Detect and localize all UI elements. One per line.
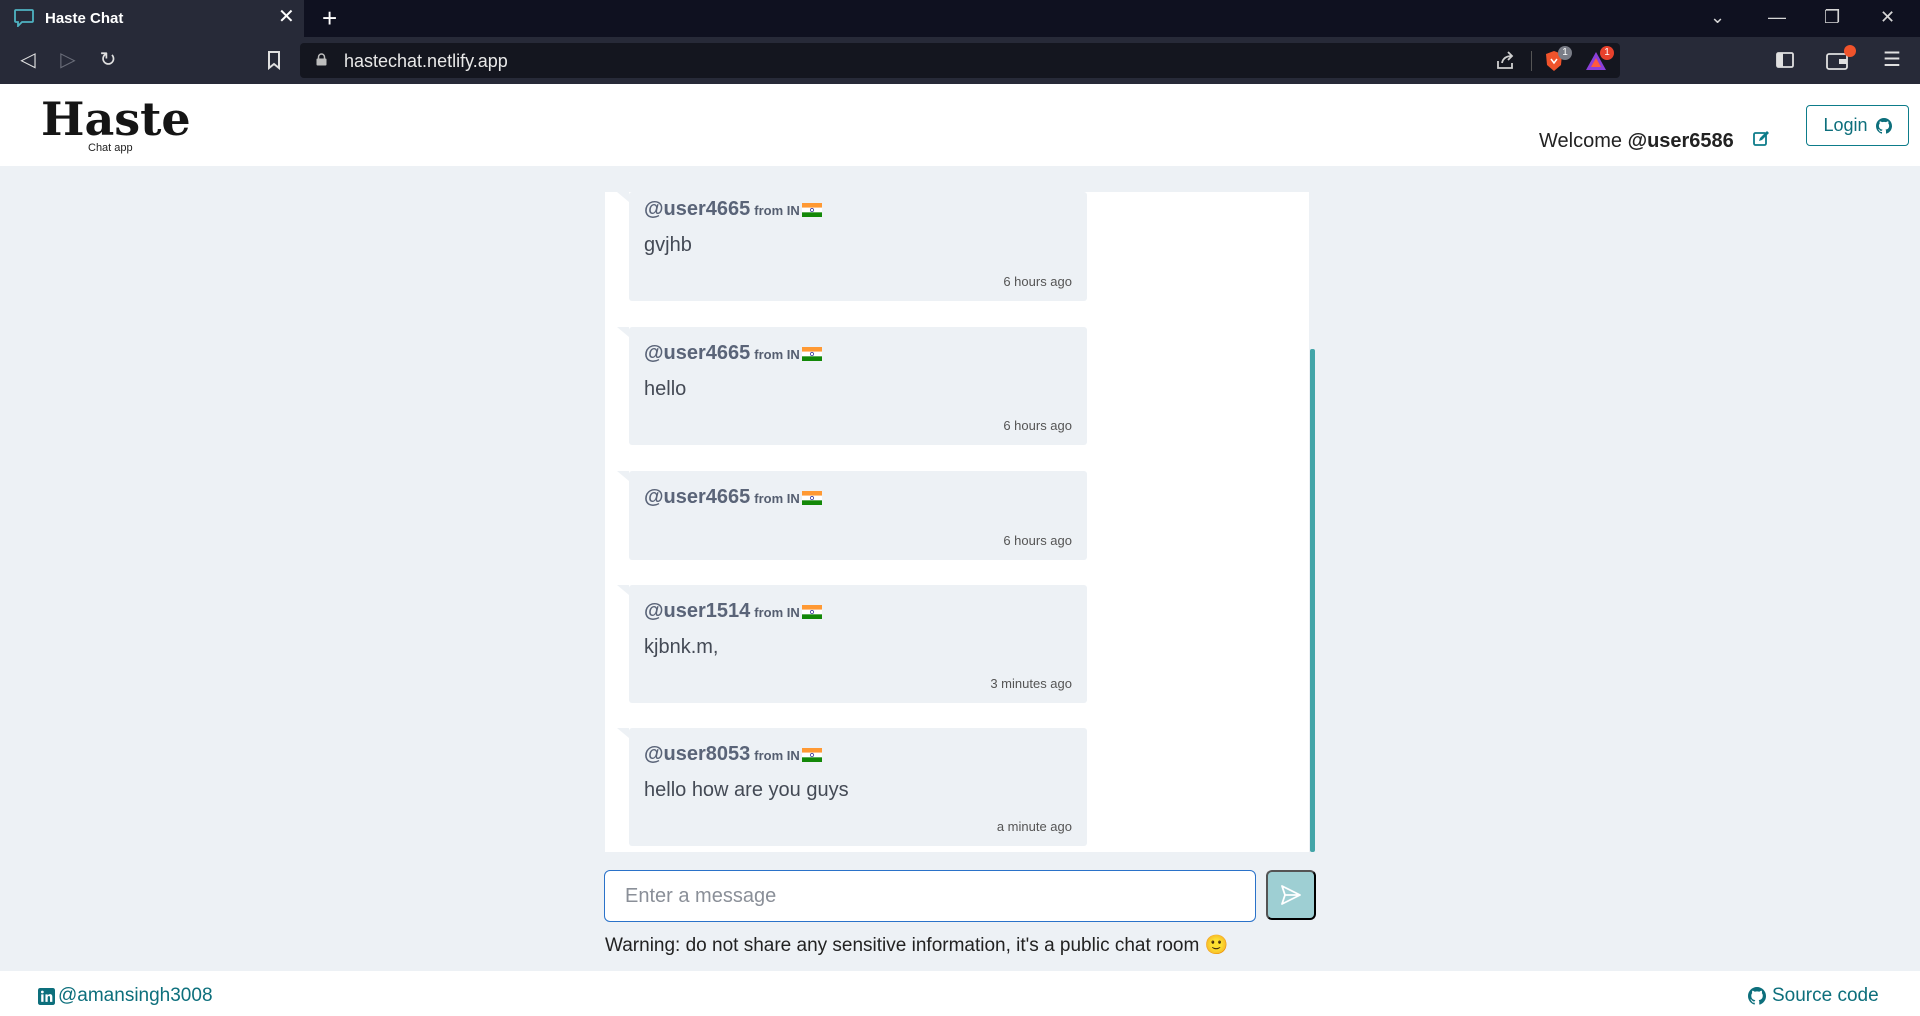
message-text: hello [644, 378, 687, 400]
send-button[interactable] [1266, 870, 1316, 920]
india-flag-icon [801, 491, 822, 505]
wallet-dot [1844, 45, 1856, 57]
lock-icon [316, 53, 327, 66]
menu-icon[interactable]: ☰ [1878, 46, 1906, 74]
app-header: Haste Chat app Welcome @user6586 Login [0, 84, 1920, 166]
message-username: @user4665 [644, 342, 751, 364]
reload-icon[interactable]: ↻ [94, 46, 122, 74]
haste-logo[interactable]: Haste [41, 93, 191, 145]
chat-message: @user4665 from IN gvjhb 6 hours ago [617, 192, 1087, 301]
chat-bubble-icon [14, 9, 34, 27]
address-bar[interactable]: hastechat.netlify.app 1 1 [300, 43, 1620, 78]
india-flag-icon [801, 748, 822, 762]
welcome-text: Welcome @user6586 [1539, 130, 1734, 153]
message-author: @user4665 from IN [644, 486, 822, 509]
message-origin: from IN [754, 203, 800, 218]
sidebar-toggle-icon[interactable] [1776, 51, 1794, 69]
minimize-icon[interactable]: — [1768, 6, 1786, 28]
privacy-warning: Warning: do not share any sensitive info… [605, 935, 1229, 956]
new-tab-button[interactable]: + [322, 4, 337, 32]
tab-title: Haste Chat [45, 10, 124, 27]
shield-badge: 1 [1558, 46, 1572, 60]
india-flag-icon [801, 347, 822, 361]
browser-tab-active[interactable]: Haste Chat ✕ [0, 0, 304, 37]
message-text: gvjhb [644, 234, 692, 256]
back-icon[interactable]: ◁ [14, 46, 42, 74]
message-origin: from IN [754, 491, 800, 506]
india-flag-icon [801, 605, 822, 619]
current-username: @user6586 [1627, 130, 1734, 152]
chat-messages-panel[interactable]: @user4665 from IN gvjhb 6 hours ago @user… [605, 192, 1309, 852]
message-time: 6 hours ago [1003, 533, 1072, 548]
linkedin-link[interactable]: @amansingh3008 [38, 985, 213, 1007]
logo-subtitle: Chat app [88, 142, 133, 154]
chat-message: @user1514 from IN kjbnk.m, 3 minutes ago [617, 585, 1087, 703]
message-author: @user1514 from IN [644, 600, 822, 623]
message-origin: from IN [754, 748, 800, 763]
message-origin: from IN [754, 347, 800, 362]
brave-rewards-icon[interactable]: 1 [1584, 46, 1614, 73]
rewards-badge: 1 [1600, 46, 1614, 60]
chat-scrollbar[interactable] [1310, 349, 1315, 852]
message-time: a minute ago [996, 819, 1072, 834]
message-author: @user4665 from IN [644, 342, 822, 365]
page-footer: @amansingh3008 Source code [0, 971, 1920, 1016]
message-text: kjbnk.m, [644, 636, 719, 658]
message-username: @user1514 [644, 600, 751, 622]
message-author: @user4665 from IN [644, 198, 822, 221]
browser-toolbar: ◁ ▷ ↻ hastechat.netlify.app 1 1 ☰ [0, 37, 1920, 84]
window-close-icon[interactable]: ✕ [1880, 6, 1895, 28]
source-code-link[interactable]: Source code [1748, 985, 1879, 1007]
linkedin-icon [38, 987, 55, 1005]
linkedin-handle: @amansingh3008 [58, 985, 213, 1006]
brave-shield-icon[interactable]: 1 [1542, 46, 1572, 73]
browser-tabbar: Haste Chat ✕ + ⌄ — ❐ ✕ [0, 0, 1920, 37]
india-flag-icon [801, 203, 822, 217]
chat-message: @user8053 from IN hello how are you guys … [617, 728, 1087, 846]
message-username: @user8053 [644, 743, 751, 765]
login-button[interactable]: Login [1806, 105, 1909, 146]
send-icon [1281, 885, 1301, 905]
message-input[interactable] [604, 870, 1256, 922]
chat-message: @user4665 from IN hello 6 hours ago [617, 327, 1087, 445]
message-username: @user4665 [644, 198, 751, 220]
tab-search-icon[interactable]: ⌄ [1710, 6, 1725, 28]
tab-close-icon[interactable]: ✕ [278, 7, 295, 27]
edit-username-icon[interactable] [1752, 130, 1770, 148]
share-icon[interactable] [1494, 49, 1518, 73]
wallet-icon[interactable] [1826, 45, 1856, 71]
omnibox-divider [1531, 51, 1532, 71]
message-time: 3 minutes ago [990, 676, 1072, 691]
message-origin: from IN [754, 605, 800, 620]
message-time: 6 hours ago [1003, 274, 1072, 289]
forward-icon[interactable]: ▷ [54, 46, 82, 74]
message-text: hello how are you guys [644, 779, 849, 801]
message-author: @user8053 from IN [644, 743, 822, 766]
github-icon [1748, 987, 1766, 1005]
restore-icon[interactable]: ❐ [1824, 6, 1840, 28]
source-code-label: Source code [1772, 985, 1879, 1006]
message-time: 6 hours ago [1003, 418, 1072, 433]
message-username: @user4665 [644, 486, 751, 508]
url-text: hastechat.netlify.app [344, 51, 508, 71]
chat-message: @user4665 from IN 6 hours ago [617, 471, 1087, 560]
login-label: Login [1823, 115, 1868, 135]
bookmark-icon[interactable] [266, 50, 282, 70]
welcome-prefix: Welcome [1539, 130, 1622, 152]
github-icon [1875, 117, 1892, 134]
